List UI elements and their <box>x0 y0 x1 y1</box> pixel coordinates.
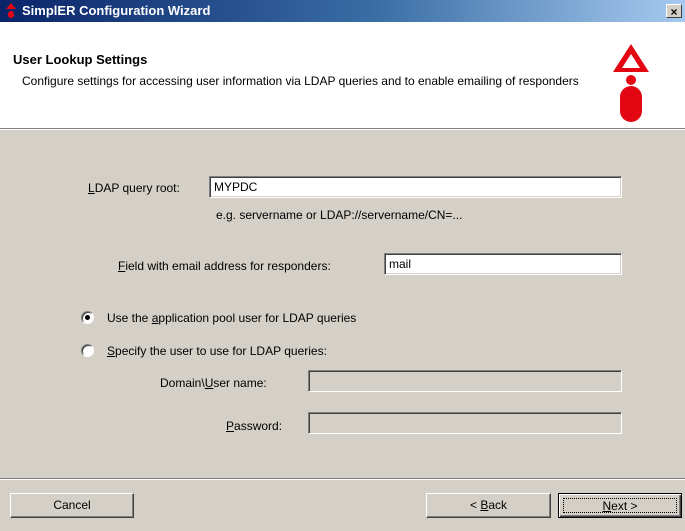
window-title: SimplER Configuration Wizard <box>22 3 211 18</box>
password-label: Password: <box>226 419 283 433</box>
domain-user-name-label: Domain\User name: <box>160 376 267 390</box>
radio-specify-user[interactable]: Specify the user to use for LDAP queries… <box>81 344 441 360</box>
simpler-logo-icon <box>6 3 16 18</box>
ldap-query-root-label: LDAP query root: <box>88 181 180 195</box>
page-title: User Lookup Settings <box>13 52 148 67</box>
password-input[interactable] <box>308 412 622 434</box>
ldap-query-root-input[interactable]: MYPDC <box>209 176 622 198</box>
radio-specify-label: Specify the user to use for LDAP queries… <box>107 344 327 358</box>
email-field-input[interactable]: mail <box>384 253 622 275</box>
simpler-logo <box>613 44 649 122</box>
close-button[interactable]: × <box>666 4 682 19</box>
radio-app-pool-label: Use the application pool user for LDAP q… <box>107 311 357 325</box>
radio-selected-dot <box>85 315 90 320</box>
header-divider <box>0 128 685 130</box>
close-icon: × <box>670 5 678 19</box>
radio-app-pool-button[interactable] <box>81 311 94 324</box>
wizard-header: User Lookup Settings Configure settings … <box>0 22 685 129</box>
next-button[interactable]: Next > <box>558 493 682 518</box>
cancel-button[interactable]: Cancel <box>10 493 134 518</box>
email-field-label: Field with email address for responders: <box>118 259 331 273</box>
page-description: Configure settings for accessing user in… <box>22 74 579 88</box>
footer-divider <box>0 478 685 480</box>
back-button[interactable]: < Back <box>426 493 551 518</box>
ldap-query-root-hint: e.g. servername or LDAP://servername/CN=… <box>216 208 463 222</box>
radio-app-pool-user[interactable]: Use the application pool user for LDAP q… <box>81 311 441 327</box>
domain-user-name-input[interactable] <box>308 370 622 392</box>
title-bar: SimplER Configuration Wizard × <box>0 0 685 22</box>
next-button-focus-ring: Next > <box>563 498 677 513</box>
radio-specify-button[interactable] <box>81 344 94 357</box>
